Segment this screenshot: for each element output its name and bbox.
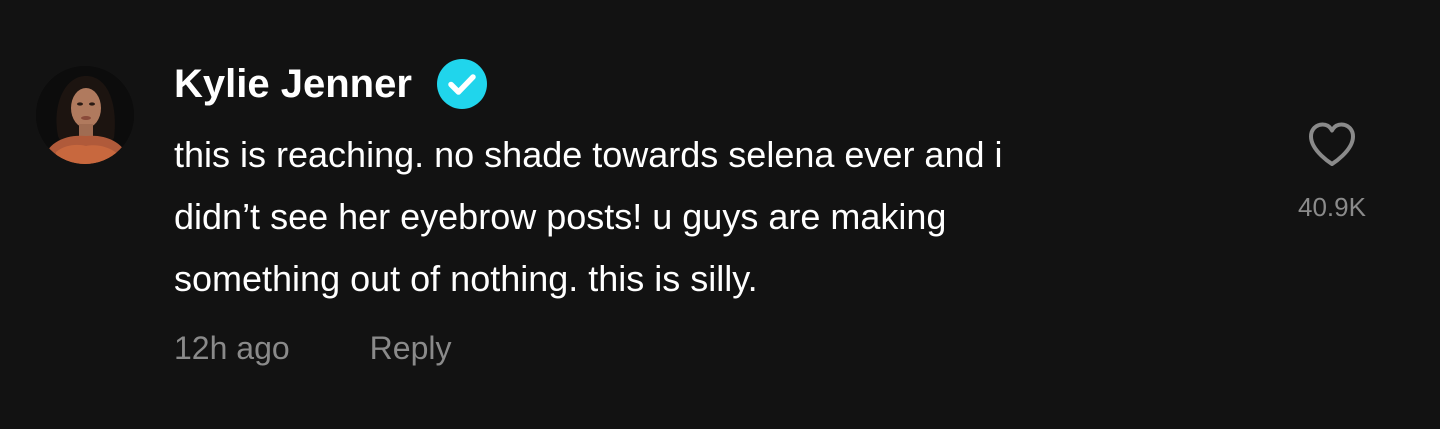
comment-text-line: something out of nothing. this is silly. xyxy=(174,258,758,299)
verified-badge-icon xyxy=(436,58,488,110)
username-row: Kylie Jenner xyxy=(174,56,488,112)
comment-author-name[interactable]: Kylie Jenner xyxy=(174,62,412,107)
like-area: 40.9K xyxy=(1282,118,1382,223)
heart-outline-icon[interactable] xyxy=(1305,118,1359,172)
comment-text: this is reaching. no shade towards selen… xyxy=(174,124,1254,310)
comment-text-line: didn’t see her eyebrow posts! u guys are… xyxy=(174,196,947,237)
reply-button[interactable]: Reply xyxy=(370,330,452,367)
avatar[interactable] xyxy=(36,66,134,164)
comment-timestamp: 12h ago xyxy=(174,330,290,366)
like-count: 40.9K xyxy=(1298,192,1366,222)
comment-item: Kylie Jenner this is reaching. no shade … xyxy=(0,0,1440,429)
comment-text-line: this is reaching. no shade towards selen… xyxy=(174,134,1003,175)
avatar-photo xyxy=(36,66,134,164)
comment-meta: 12h ago Reply xyxy=(174,330,451,367)
